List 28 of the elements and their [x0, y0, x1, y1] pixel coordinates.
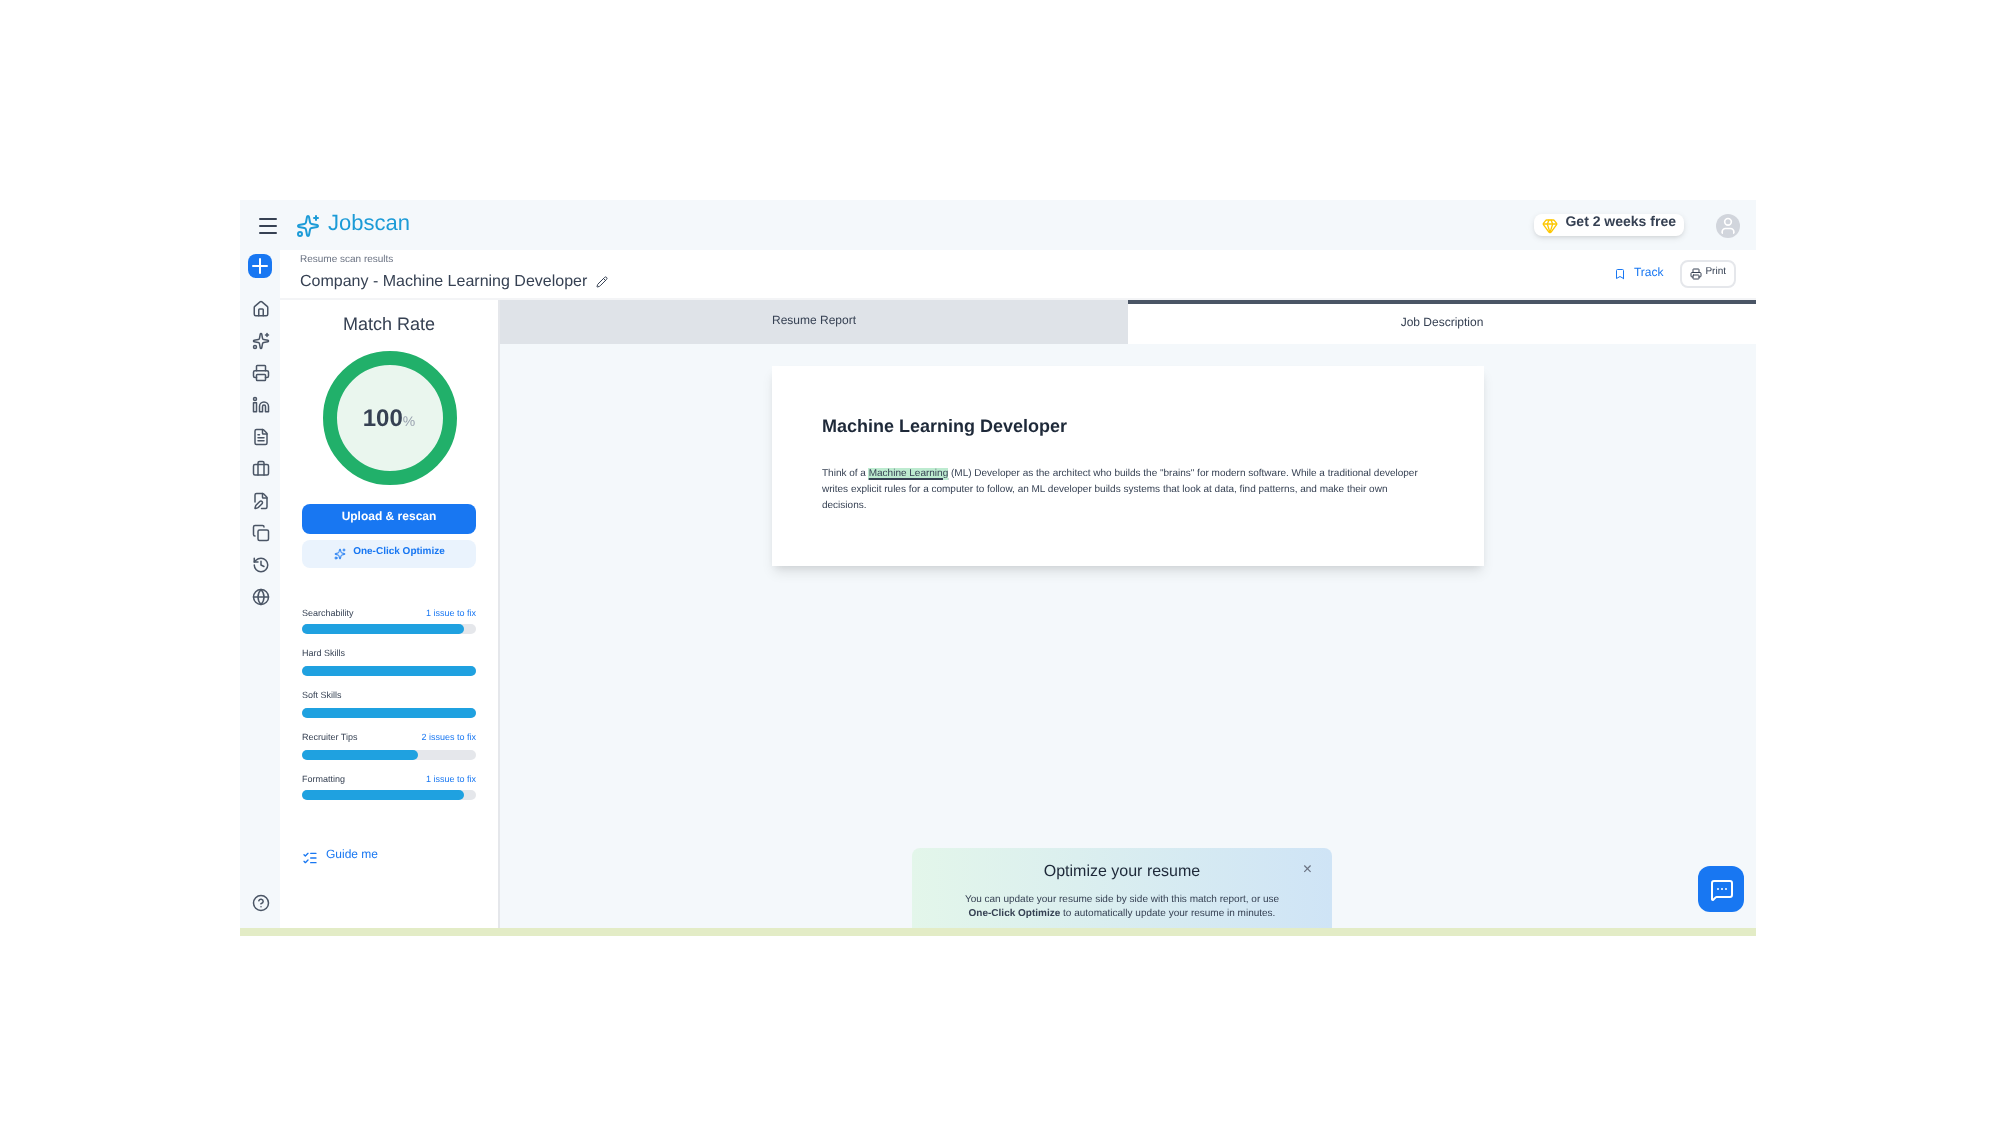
linkedin-icon[interactable]: [251, 396, 269, 414]
printer-icon[interactable]: [251, 364, 269, 382]
close-button[interactable]: ×: [1302, 858, 1312, 882]
printer-icon: [1689, 268, 1702, 280]
match-rate-title: Match Rate: [342, 312, 436, 338]
logo-icon: [296, 213, 320, 237]
checklist-icon: [302, 849, 318, 866]
edit-icon[interactable]: [595, 275, 608, 288]
globe-icon[interactable]: [251, 588, 269, 606]
history-icon[interactable]: [251, 556, 269, 574]
add-icon[interactable]: [248, 254, 272, 278]
chat-button[interactable]: [1698, 866, 1744, 912]
copy-icon[interactable]: [251, 524, 269, 542]
sparkle-icon[interactable]: [251, 332, 269, 350]
job-title: Machine Learning Developer: [822, 414, 1070, 440]
sparkle-icon: [333, 547, 346, 559]
home-icon[interactable]: [251, 300, 269, 318]
briefcase-icon[interactable]: [251, 460, 269, 478]
file-edit-icon[interactable]: [251, 492, 269, 510]
document-icon[interactable]: [251, 428, 269, 446]
logo[interactable]: Jobscan: [296, 208, 410, 242]
help-icon[interactable]: [251, 894, 269, 912]
bookmark-icon: [1613, 268, 1626, 280]
gem-icon: [1541, 217, 1558, 233]
chat-icon: [1709, 877, 1733, 901]
page-title: Company - Machine Learning Developer: [300, 269, 608, 294]
toast-title: Optimize your resume: [1043, 860, 1201, 884]
menu-icon[interactable]: [256, 213, 280, 237]
